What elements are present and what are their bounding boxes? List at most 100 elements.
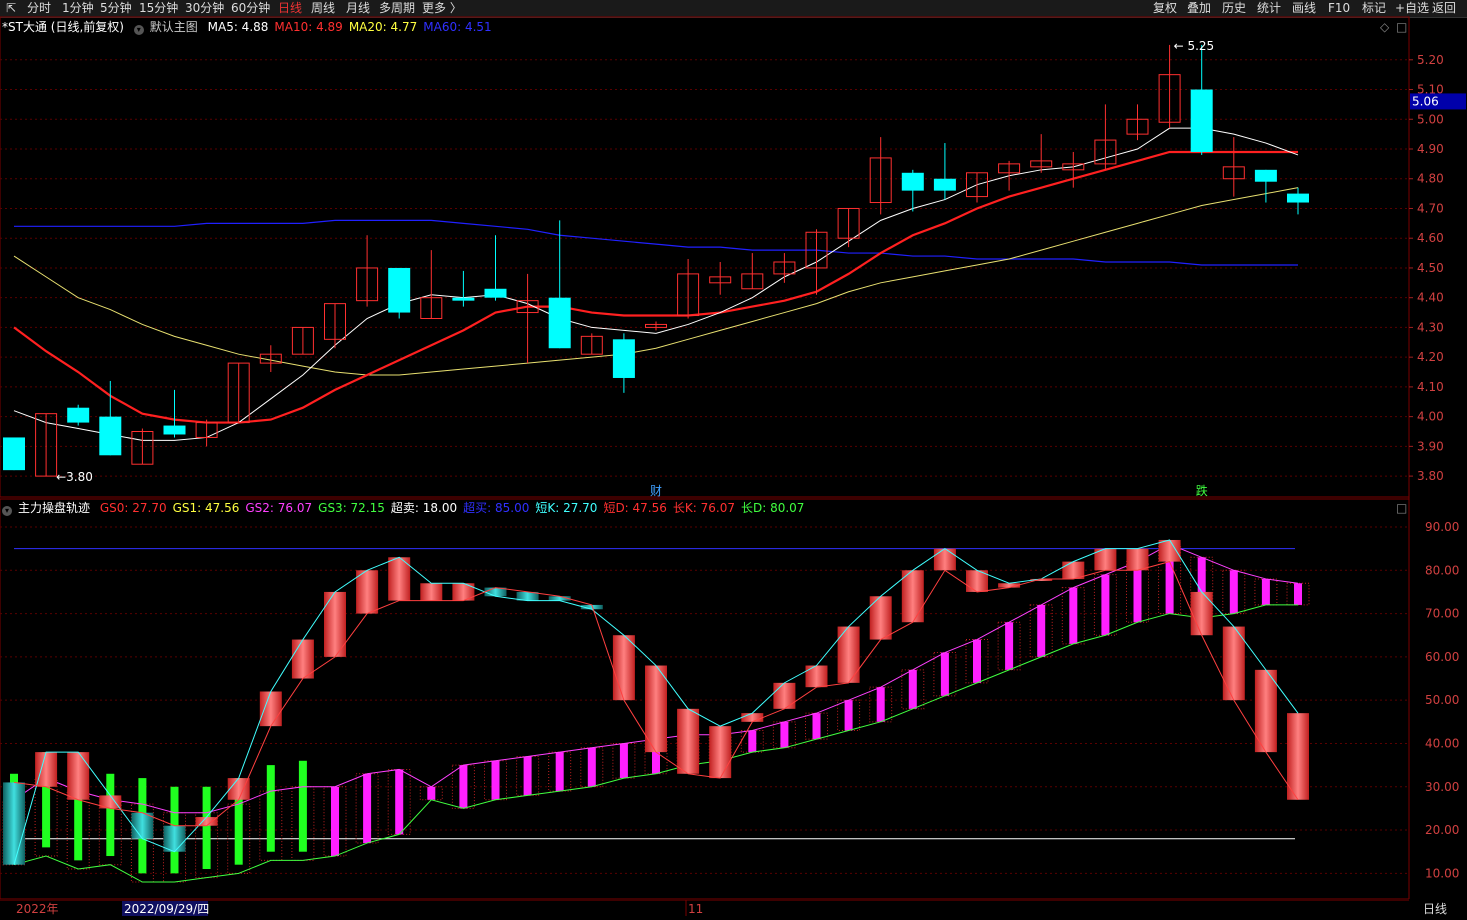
long-signal-bar	[940, 652, 949, 696]
indicator-axis-label: 40.00	[1425, 736, 1459, 750]
long-signal-bar	[459, 765, 468, 809]
candle-body-down	[1254, 169, 1277, 182]
price-axis-label: 4.40	[1417, 291, 1444, 305]
short-kd-bar	[163, 825, 186, 852]
short-kd-bar	[773, 682, 796, 709]
short-kd-bar	[420, 583, 443, 601]
price-axis-label: 4.60	[1417, 231, 1444, 245]
event-label-drop: 跌	[1196, 483, 1208, 498]
candle-body-down	[484, 288, 507, 298]
footer-period: 日线	[1423, 902, 1447, 916]
long-signal-bar	[876, 687, 885, 722]
candle-body-down	[933, 178, 956, 191]
price-axis-label: 3.90	[1417, 439, 1444, 453]
footer-month: 11	[688, 902, 703, 916]
short-kd-bar	[901, 570, 924, 623]
candle-body-down	[1190, 89, 1213, 152]
candle-body-down	[163, 425, 186, 435]
long-signal-bar	[395, 769, 404, 835]
long-signal-bar	[1294, 583, 1302, 605]
long-signal-bar	[202, 786, 211, 870]
indicator-axis-label: 10.00	[1425, 866, 1459, 880]
ma10-line	[13, 150, 1298, 424]
long-signal-bar	[106, 773, 115, 857]
current-price-value: 5.06	[1412, 94, 1439, 108]
candle-body-down	[548, 297, 571, 349]
price-axis-label: 5.20	[1417, 53, 1444, 67]
short-kd-bar	[869, 596, 892, 640]
indicator-axis-label: 50.00	[1425, 693, 1459, 707]
price-axis-label: 4.00	[1417, 410, 1444, 424]
price-axis-label: 4.70	[1417, 201, 1444, 215]
long-signal-bar	[523, 756, 532, 796]
long-signal-bar	[363, 773, 372, 844]
indicator-axis-label: 80.00	[1425, 563, 1459, 577]
long-signal-bar	[973, 639, 981, 683]
long-signal-bar	[266, 765, 275, 852]
price-axis-label: 4.30	[1417, 320, 1444, 334]
short-kd-bar	[35, 752, 58, 787]
long-signal-bar	[1229, 570, 1238, 614]
short-kd-bar	[67, 752, 90, 800]
footer-bg	[0, 899, 1467, 920]
candle-body-down	[901, 172, 924, 191]
short-kd-bar	[612, 635, 635, 701]
short-kd-bar	[677, 708, 700, 774]
short-kd-bar	[195, 817, 218, 826]
high-price-label: ← 5.25	[1174, 39, 1215, 53]
footer-year: 2022年	[16, 902, 59, 916]
short-kd-bar	[837, 626, 860, 683]
short-kd-bar	[291, 639, 314, 679]
low-price-label: ←3.80	[56, 470, 93, 484]
price-axis-label: 5.00	[1417, 112, 1444, 126]
short-kd-bar	[356, 570, 379, 614]
long-signal-bar	[780, 721, 789, 748]
short-kd-bar	[1126, 548, 1149, 571]
price-axis-label: 4.90	[1417, 142, 1444, 156]
short-kd-bar	[805, 665, 828, 688]
short-kd-bar	[1287, 713, 1309, 800]
short-kd-bar	[131, 812, 154, 839]
candle-body-down	[388, 267, 411, 313]
event-label-finance: 财	[650, 484, 662, 498]
maximize-icon: □	[1396, 20, 1407, 34]
price-axis-label: 4.80	[1417, 172, 1444, 186]
price-axis-label: 4.10	[1417, 380, 1444, 394]
price-axis-label: 3.80	[1417, 469, 1444, 483]
long-signal-bar	[748, 730, 757, 753]
footer-date: 2022/09/29/四	[124, 902, 209, 916]
candle-body-down	[67, 407, 90, 423]
long-signal-bar	[1037, 604, 1046, 657]
long-signal-bar	[331, 786, 339, 857]
candle-body-down	[3, 437, 25, 471]
indicator-axis-label: 30.00	[1425, 780, 1459, 794]
long-signal-bar	[298, 760, 307, 852]
short-kd-bar	[709, 726, 732, 779]
long-signal-bar	[427, 786, 436, 800]
candle-body-down	[452, 297, 475, 301]
long-signal-bar	[491, 760, 500, 800]
ma60-line	[14, 219, 1298, 266]
long-signal-bar	[587, 747, 596, 787]
short-kd-bar	[1062, 561, 1085, 579]
short-kd-bar	[1190, 591, 1213, 636]
candle-body-down	[612, 339, 635, 378]
main-panel-frame	[0, 16, 1410, 498]
short-kd-bar	[741, 713, 764, 722]
long-signal-bar	[1005, 622, 1014, 670]
long-signal-bar	[555, 752, 564, 792]
sub-maximize-icon: □	[1396, 501, 1407, 515]
short-kd-bar	[3, 782, 25, 865]
ma5-line	[13, 127, 1299, 441]
settings-diamond-icon: ◇	[1380, 20, 1390, 34]
long-signal-bar	[844, 700, 853, 731]
long-signal-bar	[1101, 574, 1110, 636]
long-signal-bar	[1069, 587, 1078, 644]
kline-chart[interactable]: 5.205.105.004.904.804.704.604.504.404.30…	[0, 0, 1467, 920]
indicator-axis-label: 90.00	[1425, 520, 1459, 534]
price-axis-label: 4.50	[1417, 261, 1444, 275]
indicator-axis-label: 20.00	[1425, 823, 1459, 837]
candle-body-down	[99, 416, 122, 456]
long-signal-bar	[619, 743, 628, 779]
long-signal-bar	[812, 713, 821, 740]
